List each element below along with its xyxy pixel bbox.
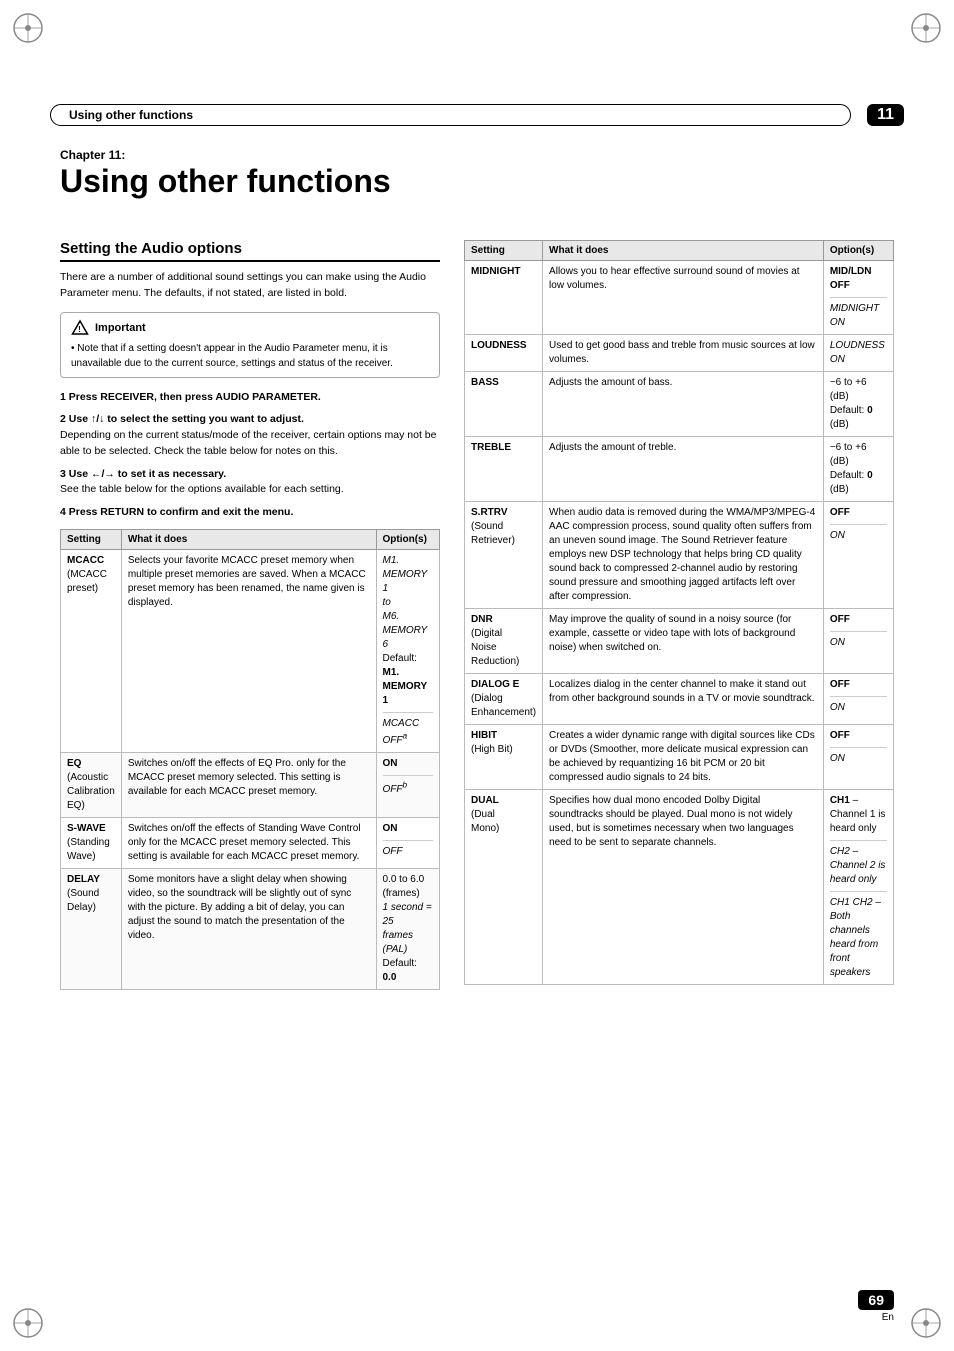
- right-settings-table: Setting What it does Option(s) MIDNIGHT …: [464, 240, 894, 985]
- setting-option: OFF ON: [823, 674, 893, 725]
- setting-option: CH1 –Channel 1 isheard only CH2 –Channel…: [823, 790, 893, 985]
- corner-decoration-bl: [8, 1303, 48, 1343]
- setting-option: −6 to +6 (dB)Default: 0 (dB): [823, 372, 893, 437]
- setting-option: OFF ON: [823, 502, 893, 609]
- setting-name: DELAY(SoundDelay): [61, 869, 122, 990]
- intro-text: There are a number of additional sound s…: [60, 270, 440, 302]
- step-4: 4 Press RETURN to confirm and exit the m…: [60, 505, 440, 521]
- setting-desc: When audio data is removed during the WM…: [543, 502, 824, 609]
- setting-desc: Allows you to hear effective surround so…: [543, 261, 824, 335]
- important-box: ! Important • Note that if a setting doe…: [60, 312, 440, 378]
- setting-option: M1. MEMORY 1 to M6. MEMORY 6 Default: M1…: [376, 549, 440, 752]
- right-table-header-options: Option(s): [823, 241, 893, 261]
- setting-option: ON OFF: [376, 818, 440, 869]
- table-row: BASS Adjusts the amount of bass. −6 to +…: [465, 372, 894, 437]
- setting-name: DIALOG E(DialogEnhancement): [465, 674, 543, 725]
- setting-desc: Creates a wider dynamic range with digit…: [543, 725, 824, 790]
- setting-option: MID/LDN OFF MIDNIGHT ON: [823, 261, 893, 335]
- svg-text:!: !: [78, 325, 81, 334]
- setting-desc: Switches on/off the effects of Standing …: [121, 818, 376, 869]
- setting-name: S.RTRV(SoundRetriever): [465, 502, 543, 609]
- corner-decoration-br: [906, 1303, 946, 1343]
- setting-name: LOUDNESS: [465, 335, 543, 372]
- left-table-header-whatitdoes: What it does: [121, 529, 376, 549]
- section-title: Setting the Audio options: [60, 240, 440, 262]
- setting-desc: Selects your favorite MCACC preset memor…: [121, 549, 376, 752]
- table-row: DELAY(SoundDelay) Some monitors have a s…: [61, 869, 440, 990]
- setting-option: ON OFFb: [376, 753, 440, 818]
- chapter-label: Chapter 11:: [60, 148, 894, 162]
- table-row: DIALOG E(DialogEnhancement) Localizes di…: [465, 674, 894, 725]
- setting-desc: Used to get good bass and treble from mu…: [543, 335, 824, 372]
- step-3: 3 Use ←/→ to set it as necessary. See th…: [60, 467, 440, 499]
- table-row: MCACC(MCACCpreset) Selects your favorite…: [61, 549, 440, 752]
- setting-option: 0.0 to 6.0(frames) 1 second = 25frames (…: [376, 869, 440, 990]
- right-table-header-whatitdoes: What it does: [543, 241, 824, 261]
- footer: 69 En: [858, 1290, 894, 1323]
- table-row: DNR(DigitalNoiseReduction) May improve t…: [465, 609, 894, 674]
- setting-name: DNR(DigitalNoiseReduction): [465, 609, 543, 674]
- setting-name: HIBIT(High Bit): [465, 725, 543, 790]
- table-row: EQ(AcousticCalibrationEQ) Switches on/of…: [61, 753, 440, 818]
- left-table-header-options: Option(s): [376, 529, 440, 549]
- setting-name: S-WAVE(StandingWave): [61, 818, 122, 869]
- header-title: Using other functions: [50, 104, 851, 126]
- important-item: • Note that if a setting doesn't appear …: [71, 341, 429, 371]
- right-column: Setting What it does Option(s) MIDNIGHT …: [464, 240, 894, 1291]
- table-row: MIDNIGHT Allows you to hear effective su…: [465, 261, 894, 335]
- setting-desc: Switches on/off the effects of EQ Pro. o…: [121, 753, 376, 818]
- setting-name: TREBLE: [465, 437, 543, 502]
- chapter-number-badge: 11: [867, 104, 904, 126]
- setting-name: EQ(AcousticCalibrationEQ): [61, 753, 122, 818]
- table-row: HIBIT(High Bit) Creates a wider dynamic …: [465, 725, 894, 790]
- setting-name: DUAL(DualMono): [465, 790, 543, 985]
- setting-desc: Adjusts the amount of treble.: [543, 437, 824, 502]
- left-settings-table: Setting What it does Option(s) MCACC(MCA…: [60, 529, 440, 990]
- setting-desc: Adjusts the amount of bass.: [543, 372, 824, 437]
- left-table-header-setting: Setting: [61, 529, 122, 549]
- setting-name: MCACC(MCACCpreset): [61, 549, 122, 752]
- setting-name: BASS: [465, 372, 543, 437]
- right-table-header-setting: Setting: [465, 241, 543, 261]
- left-column: Setting the Audio options There are a nu…: [60, 240, 440, 1291]
- setting-desc: Specifies how dual mono encoded Dolby Di…: [543, 790, 824, 985]
- setting-desc: May improve the quality of sound in a no…: [543, 609, 824, 674]
- header-bar: Using other functions 11: [50, 100, 904, 130]
- chapter-title: Using other functions: [60, 164, 894, 199]
- table-row: S.RTRV(SoundRetriever) When audio data i…: [465, 502, 894, 609]
- setting-option: OFF ON: [823, 725, 893, 790]
- page-number: 69: [858, 1290, 894, 1310]
- table-row: TREBLE Adjusts the amount of treble. −6 …: [465, 437, 894, 502]
- setting-option: LOUDNESS ON: [823, 335, 893, 372]
- warning-icon: !: [71, 319, 89, 337]
- step-1: 1 Press RECEIVER, then press AUDIO PARAM…: [60, 390, 440, 406]
- setting-desc: Some monitors have a slight delay when s…: [121, 869, 376, 990]
- setting-name: MIDNIGHT: [465, 261, 543, 335]
- important-title: ! Important: [71, 319, 429, 337]
- corner-decoration-tl: [8, 8, 48, 48]
- table-row: S-WAVE(StandingWave) Switches on/off the…: [61, 818, 440, 869]
- step-2: 2 Use ↑/↓ to select the setting you want…: [60, 412, 440, 459]
- setting-option: OFF ON: [823, 609, 893, 674]
- table-row: DUAL(DualMono) Specifies how dual mono e…: [465, 790, 894, 985]
- setting-option: −6 to +6 (dB)Default: 0 (dB): [823, 437, 893, 502]
- corner-decoration-tr: [906, 8, 946, 48]
- footer-lang: En: [882, 1312, 894, 1323]
- main-content: Setting the Audio options There are a nu…: [60, 240, 894, 1291]
- table-row: LOUDNESS Used to get good bass and trebl…: [465, 335, 894, 372]
- chapter-heading: Chapter 11: Using other functions: [60, 148, 894, 199]
- setting-desc: Localizes dialog in the center channel t…: [543, 674, 824, 725]
